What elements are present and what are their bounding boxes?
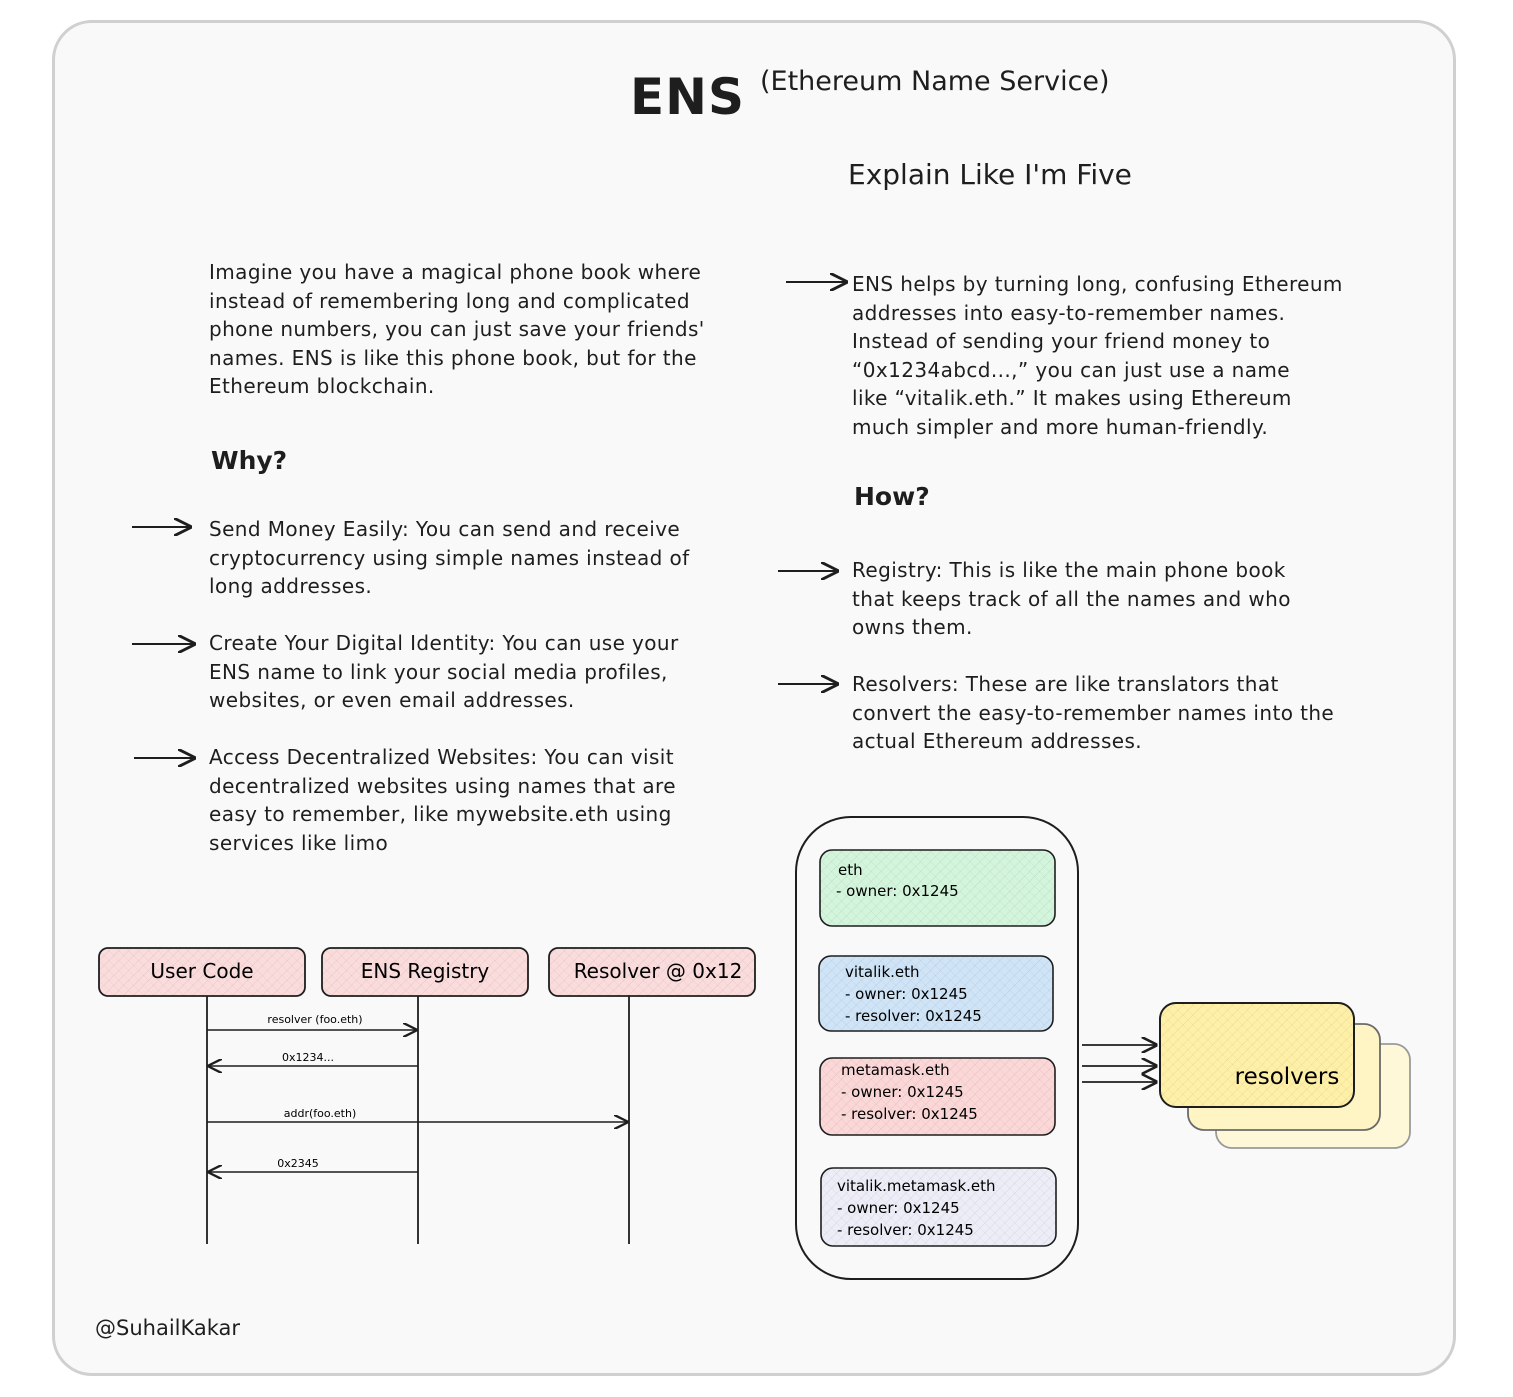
actor-label: ENS Registry (361, 959, 490, 983)
actor-user-code: User Code (98, 947, 306, 997)
resolvers-label: resolvers (1235, 1064, 1340, 1090)
entry-name: vitalik.eth (845, 963, 920, 981)
entry-name: eth (838, 861, 863, 879)
registry-entry-eth: eth - owner: 0x1245 (819, 849, 1056, 927)
entry-line: - owner: 0x1245 (841, 1083, 964, 1101)
entry-line: - resolver: 0x1245 (845, 1007, 982, 1025)
actor-ens-registry: ENS Registry (321, 947, 529, 997)
actor-resolver: Resolver @ 0x12 (548, 947, 756, 997)
actor-label: Resolver @ 0x12 (574, 959, 743, 983)
registry-entry-vitalik-metamask-eth: vitalik.metamask.eth - owner: 0x1245 - r… (820, 1167, 1057, 1247)
diagram-layer: User Code ENS Registry Resolver @ 0x12 r… (98, 0, 1411, 1280)
message-label: resolver (foo.eth) (267, 1013, 362, 1026)
entry-line: - owner: 0x1245 (845, 985, 968, 1003)
entry-line: - resolver: 0x1245 (841, 1105, 978, 1123)
message-label: 0x1234... (282, 1051, 334, 1064)
message-label: 0x2345 (277, 1157, 319, 1170)
resolvers-stack: resolvers (1159, 1002, 1411, 1149)
author-handle: @SuhailKakar (95, 1316, 241, 1340)
entry-name: vitalik.metamask.eth (837, 1177, 996, 1195)
message-label: addr(foo.eth) (284, 1107, 357, 1120)
registry-entry-vitalik-eth: vitalik.eth - owner: 0x1245 - resolver: … (818, 955, 1054, 1032)
actor-label: User Code (150, 959, 253, 983)
entry-line: - resolver: 0x1245 (837, 1221, 974, 1239)
entry-name: metamask.eth (841, 1061, 950, 1079)
entry-line: - owner: 0x1245 (836, 882, 959, 900)
registry-entry-metamask-eth: metamask.eth - owner: 0x1245 - resolver:… (819, 1057, 1056, 1136)
entry-line: - owner: 0x1245 (837, 1199, 960, 1217)
